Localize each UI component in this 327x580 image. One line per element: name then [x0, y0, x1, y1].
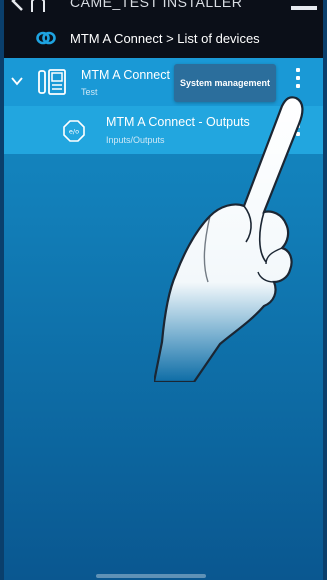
kebab-menu-icon[interactable]: [295, 68, 301, 96]
system-management-tooltip[interactable]: System management: [174, 64, 276, 102]
kebab-menu-icon[interactable]: [295, 116, 301, 144]
breadcrumb[interactable]: MTM A Connect > List of devices: [70, 31, 260, 46]
io-output-icon: e/o: [63, 120, 85, 142]
breadcrumb-bar: MTM A Connect > List of devices: [4, 24, 323, 52]
output-row[interactable]: e/o MTM A Connect - Outputs Inputs/Outpu…: [4, 106, 323, 154]
header-top-row: CAME_TEST INSTALLER: [4, 0, 323, 14]
hamburger-menu-icon[interactable]: [291, 6, 317, 10]
link-icon: [36, 31, 56, 45]
device-subtitle: Test: [81, 87, 98, 97]
home-indicator: [96, 574, 206, 578]
device-title: MTM A Connect: [81, 68, 170, 82]
home-icon[interactable]: [30, 0, 46, 12]
chevron-down-icon[interactable]: [11, 76, 23, 86]
chevron-left-icon[interactable]: [10, 0, 24, 12]
intercom-device-icon: [38, 69, 66, 95]
app-title: CAME_TEST INSTALLER: [70, 0, 243, 10]
output-title: MTM A Connect - Outputs: [106, 115, 250, 129]
app-header: CAME_TEST INSTALLER MTM A Connect > List…: [4, 0, 323, 58]
output-subtitle: Inputs/Outputs: [106, 135, 165, 145]
device-list-screen: CAME_TEST INSTALLER MTM A Connect > List…: [4, 0, 323, 580]
svg-text:e/o: e/o: [69, 128, 79, 136]
tooltip-label: System management: [179, 78, 271, 88]
